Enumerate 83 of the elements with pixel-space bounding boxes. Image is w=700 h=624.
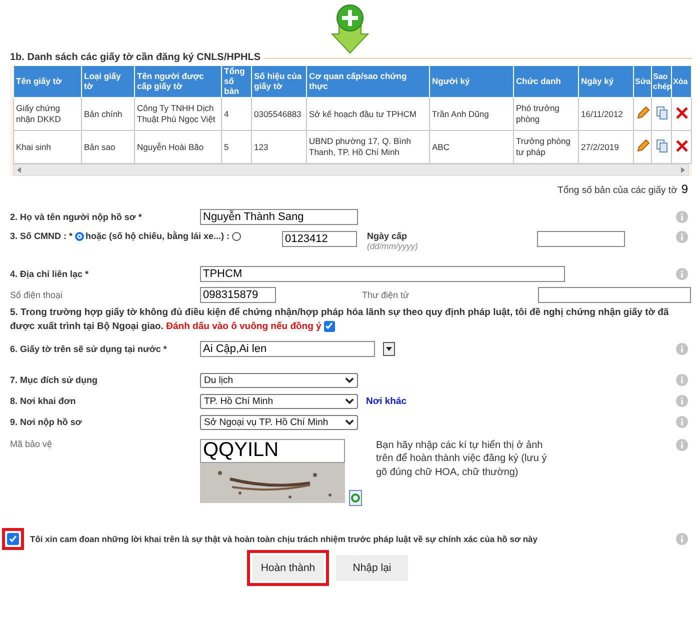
column-header: Ngày ký [578,66,634,98]
field-label: hoặc (số hộ chiếu, bằng lái xe...) : [86,231,230,242]
delete-icon[interactable] [676,106,688,119]
field-label: 6. Giấy tờ trên sẽ sử dụng tại nước * [10,344,168,354]
name-field[interactable]: Nguyễn Thành Sang [200,208,358,225]
reset-button[interactable]: Nhập lại [336,554,408,581]
other-place-link[interactable]: Nơi khác [366,396,407,407]
table-cell: 0305546883 [252,98,306,131]
section-title: 1b. Danh sách các giấy tờ cần đăng ký CNLS/HPHLS [10,52,264,63]
captcha-hint: Bạn hãy nhập các kí tự hiển thị ở ảnh trên để hoàn thành việc đăng ký (lưu ý gõ đúng chữ HOA, chữ thường) [376,438,548,480]
date-field[interactable] [537,231,625,248]
field-label: 4. Địa chỉ liên lạc * [10,268,90,279]
delete-icon[interactable] [676,140,688,152]
info-icon[interactable] [676,210,688,223]
column-header: Sao chép [652,66,672,98]
phone-field[interactable]: 098315879 [200,286,276,303]
field-label: Ngày cấp [367,231,408,242]
date-hint: (dd/mm/yyyy) [367,241,419,252]
info-icon[interactable] [676,231,688,244]
copy-icon[interactable] [656,106,668,120]
declaration-text: Tôi xin cam đoan những lời khai trên là sự thật và hoàn toàn chịu trách nhiệm trước pháp luật về sự chính xác của hồ sơ này [30,534,538,544]
column-header: Tên giấy tờ [14,66,82,98]
radio-button[interactable] [74,232,84,241]
total-label: Tổng số bản của các giấy tờ [558,185,678,196]
table-cell: 4 [222,98,252,131]
field-label: 7. Mục đích sử dụng [10,375,99,386]
table-cell: Sở kế hoạch đầu tư TPHCM [306,98,430,131]
field-label: 9. Nơi nộp hồ sơ [10,417,83,428]
table-cell: 16/11/2012 [578,98,634,131]
country-field[interactable]: Ai Cập,Ai len [200,341,375,358]
column-header: Tên người được cấp giấy tờ [134,66,222,98]
column-header: Cơ quan cấp/sao chứng thực [306,66,430,98]
dropdown[interactable]: Sở Ngoại vụ TP. Hồ Chí Minh [200,414,358,430]
right-arrow-icon[interactable] [681,167,685,174]
table-cell: Công Ty TNHH Dịch Thuật Phú Ngọc Việt [134,98,222,131]
field-label: Mã bảo vệ [10,438,54,449]
captcha-field[interactable]: QQYILN [200,438,345,463]
dropdown[interactable]: Du lịch [200,372,358,388]
submit-button[interactable]: Hoàn thành [252,554,324,581]
field-label: 3. Số CMND : * [10,231,73,242]
consent-text: 5. Trong trường hợp giấy tờ không đủ điều kiện để chứng nhận/hợp pháp hóa lãnh sự theo quy định pháp luật, tôi đề nghị chứng nhận giấy tờ đã được xuất trình tại Bộ Ngoại giao. Đánh dấu vào ô vuông nếu đồng ý [10,306,670,334]
pencil-icon[interactable] [636,138,650,153]
field-label: 2. Họ và tên người nộp hồ sơ * [10,212,143,222]
address-field[interactable]: TPHCM [200,266,565,282]
info-icon[interactable] [676,438,688,451]
column-header: Người ký [430,66,514,98]
info-icon[interactable] [676,416,688,428]
table-cell: Trần Anh Dũng [430,98,514,131]
copy-icon[interactable] [656,138,668,153]
caret-icon [345,377,354,384]
info-icon[interactable] [676,374,688,386]
column-header: Chức danh [514,66,578,98]
column-header: Xóa [672,66,692,98]
left-arrow-icon[interactable] [17,167,21,174]
caret-icon [345,419,354,426]
checkbox[interactable] [7,532,19,545]
dropdown-button[interactable] [383,342,395,356]
pencil-icon[interactable] [636,106,650,120]
column-header: Sửa [634,66,652,98]
table-cell: Bản chính [82,98,134,131]
table-cell: Phó trưởng phòng [514,98,578,131]
column-header: Số hiệu của giấy tờ [252,66,306,98]
checkbox[interactable] [324,320,335,332]
column-header: Loại giấy tờ [82,66,134,98]
column-header: Tổng số bản [222,66,252,98]
total-value: 9 [681,182,688,196]
table-cell: Giấy chứng nhận DKKD [14,98,82,131]
add-arrow-icon[interactable] [331,4,369,54]
radio-button[interactable] [232,232,241,241]
info-icon[interactable] [676,343,688,356]
email-field[interactable] [538,286,691,303]
field-label: Số điện thoại [10,290,64,300]
caret-icon [386,347,392,352]
dropdown[interactable]: TP. Hồ Chí Minh [200,394,358,409]
field-label: Thư điện tử [362,290,410,300]
caret-icon [345,398,354,404]
info-icon[interactable] [676,395,688,408]
info-icon[interactable] [676,532,688,545]
scrollbar[interactable] [13,164,689,176]
refresh-icon[interactable] [349,490,362,506]
info-icon[interactable] [676,268,688,280]
id-field[interactable]: 0123412 [282,231,357,248]
field-label: 8. Nơi khai đơn [10,396,77,406]
